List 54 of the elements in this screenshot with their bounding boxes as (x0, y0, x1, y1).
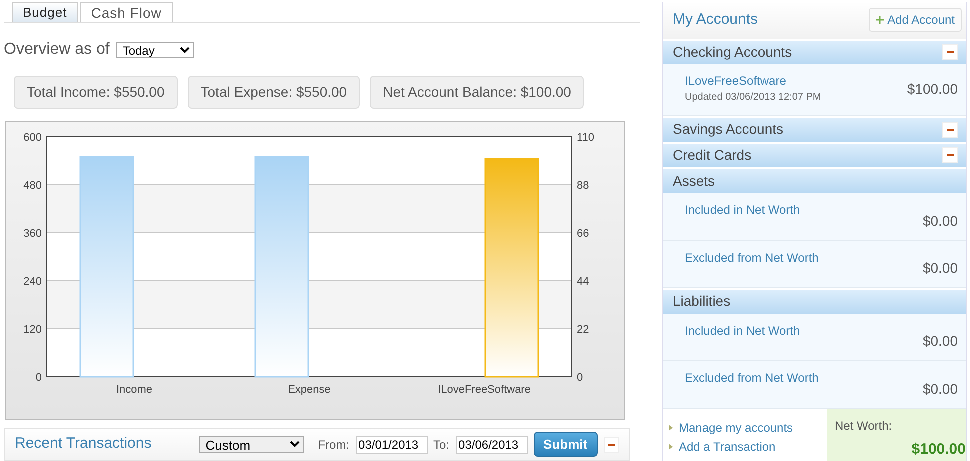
account-link[interactable]: Excluded from Net Worth (685, 369, 819, 388)
axis-tick-label: 0 (36, 372, 42, 384)
axis-tick-label: 600 (24, 132, 42, 144)
amount: $0.00 (922, 212, 958, 231)
link[interactable]: Add a Transaction (679, 438, 776, 456)
amount: $100.00 (907, 80, 958, 100)
overview-label: Overview as of (4, 40, 110, 60)
axis-tick-label: 44 (577, 276, 590, 288)
account-link[interactable]: ILoveFreeSoftware (685, 72, 822, 90)
period-dropdown[interactable]: Today (116, 42, 194, 58)
collapse-icon[interactable] (942, 147, 958, 164)
axis-tick-label: 22 (577, 324, 590, 336)
axis-tick-label: 0 (577, 372, 584, 384)
category-label: ILoveFreeSoftware (438, 384, 531, 396)
amount: $0.00 (922, 380, 958, 400)
collapse-icon[interactable] (604, 436, 619, 452)
axis-tick-label: 240 (24, 276, 42, 288)
group-header[interactable]: Assets (673, 170, 716, 192)
axis-tick-label: 360 (24, 228, 42, 240)
axis-tick-label: 88 (577, 180, 590, 192)
date-field[interactable]: 03/01/2013 (356, 436, 428, 454)
amount: $0.00 (922, 332, 958, 352)
tab[interactable]: Budget (12, 2, 78, 22)
axis-tick-label: 120 (24, 324, 42, 336)
axis-tick-label: 110 (577, 132, 595, 144)
bullet-icon (669, 444, 673, 450)
panel-title: My Accounts (673, 10, 758, 30)
total-summary: Total Expense: $550.00 (188, 76, 360, 109)
account-link[interactable]: Included in Net Worth (685, 322, 800, 340)
account-link[interactable]: Excluded from Net Worth (685, 248, 819, 267)
section-title: Recent Transactions (15, 434, 153, 454)
field-label: To: (434, 436, 450, 454)
plus-icon (876, 16, 884, 24)
tab[interactable]: Cash Flow (80, 2, 173, 22)
account-link[interactable]: Included in Net Worth (685, 200, 800, 219)
axis-tick-label: 66 (577, 228, 590, 240)
link[interactable]: Manage my accounts (679, 419, 794, 438)
amount: $0.00 (922, 259, 958, 278)
bullet-icon (669, 425, 673, 432)
total-summary: Total Income: $550.00 (14, 76, 178, 109)
total-summary: Net Account Balance: $100.00 (370, 76, 584, 109)
axis-tick-label: 480 (24, 180, 42, 192)
date-field[interactable]: 03/06/2013 (456, 436, 528, 454)
category-label: Income (116, 384, 153, 396)
range-dropdown[interactable]: Custom (198, 436, 304, 453)
field-label: From: (318, 436, 350, 454)
collapse-icon[interactable] (942, 122, 958, 138)
category-label: Expense (288, 384, 331, 396)
add-account-button[interactable]: Add Account (868, 8, 962, 32)
net-worth-label: Net Worth: (835, 418, 894, 436)
collapse-icon[interactable] (942, 44, 958, 60)
net-worth-amount: $100.00 (912, 440, 966, 460)
group-header[interactable]: Liabilities (673, 291, 731, 312)
updated-time: Updated 03/06/2013 12:07 PM (685, 91, 822, 106)
